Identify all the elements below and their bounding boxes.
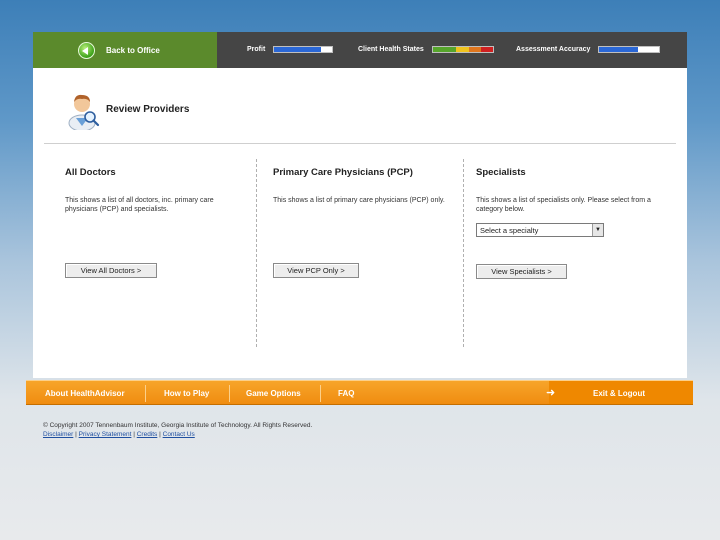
main-window: Back to Office Profit Client Health Stat… (33, 32, 687, 378)
disclaimer-link[interactable]: Disclaimer (43, 431, 73, 438)
page-title: Review Providers (106, 104, 190, 115)
all-doctors-title: All Doctors (65, 167, 116, 178)
exit-arrow-icon[interactable]: ➜ (546, 386, 555, 399)
privacy-statement-link[interactable]: Privacy Statement (79, 431, 132, 438)
profit-bar (273, 46, 334, 53)
back-arrow-icon (78, 42, 95, 59)
footer-separator (229, 385, 230, 402)
footer-nav: About HealthAdvisor How to Play Game Opt… (26, 380, 693, 405)
view-pcp-only-button[interactable]: View PCP Only > (273, 263, 359, 278)
faq-link[interactable]: FAQ (338, 389, 354, 398)
specialists-description: This shows a list of specialists only. P… (476, 197, 651, 213)
footer-separator (320, 385, 321, 402)
view-specialists-button[interactable]: View Specialists > (476, 264, 567, 279)
about-healthadvisor-link[interactable]: About HealthAdvisor (45, 389, 125, 398)
profit-bar-fill (274, 47, 321, 52)
health-seg-yellow (455, 47, 469, 52)
legal-links: Disclaimer | Privacy Statement | Credits… (43, 431, 195, 438)
how-to-play-link[interactable]: How to Play (164, 389, 209, 398)
specialty-select-value: Select a specialty (480, 225, 539, 235)
specialists-title: Specialists (476, 167, 526, 178)
divider (44, 143, 676, 144)
dropdown-arrow-icon[interactable]: ▼ (592, 224, 603, 236)
assessment-accuracy-bar (598, 46, 661, 53)
all-doctors-section: All Doctors This shows a list of all doc… (65, 167, 245, 214)
exit-logout-link[interactable]: Exit & Logout (593, 389, 645, 398)
footer-separator (145, 385, 146, 402)
client-health-meter: Client Health States (358, 46, 494, 53)
profit-meter: Profit (247, 46, 334, 53)
assessment-accuracy-meter: Assessment Accuracy (516, 46, 661, 53)
copyright-text: © Copyright 2007 Tennenbaum Institute, G… (43, 422, 313, 429)
pcp-description: This shows a list of primary care physic… (273, 197, 445, 204)
specialists-section: Specialists This shows a list of special… (476, 167, 656, 214)
top-bar: Back to Office Profit Client Health Stat… (33, 32, 687, 68)
view-all-doctors-button[interactable]: View All Doctors > (65, 263, 157, 278)
credits-link[interactable]: Credits (137, 431, 158, 438)
profit-meter-label: Profit (247, 46, 266, 53)
specialty-select[interactable]: Select a specialty ▼ (476, 223, 604, 237)
client-health-meter-label: Client Health States (358, 46, 424, 53)
back-to-office-button[interactable]: Back to Office (33, 32, 217, 68)
health-seg-orange (468, 47, 481, 52)
health-seg-green (432, 47, 456, 52)
assessment-accuracy-meter-label: Assessment Accuracy (516, 46, 591, 53)
pcp-title: Primary Care Physicians (PCP) (273, 167, 413, 178)
contact-us-link[interactable]: Contact Us (163, 431, 195, 438)
doctor-magnifier-icon (68, 94, 100, 130)
back-to-office-label: Back to Office (106, 45, 160, 55)
pcp-section: Primary Care Physicians (PCP) This shows… (273, 167, 453, 205)
all-doctors-description: This shows a list of all doctors, inc. p… (65, 197, 214, 213)
column-divider (463, 159, 464, 347)
accuracy-bar-fill (599, 47, 639, 52)
health-seg-red (480, 47, 493, 52)
game-options-link[interactable]: Game Options (246, 389, 301, 398)
client-health-bar (431, 46, 494, 53)
column-divider (256, 159, 257, 347)
